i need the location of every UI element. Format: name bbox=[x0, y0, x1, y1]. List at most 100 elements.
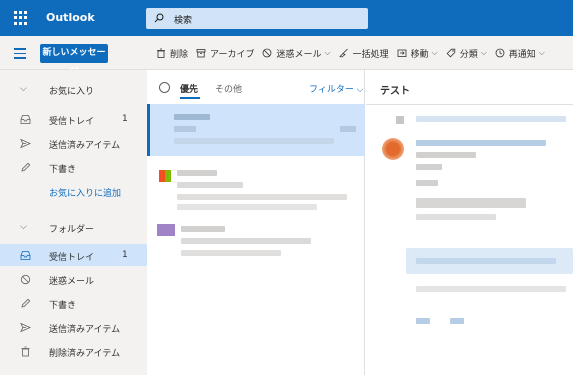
pencil-icon bbox=[21, 162, 31, 172]
sidebar-item-favorites-inbox[interactable]: 受信トレイ 1 bbox=[0, 108, 147, 130]
blurred-sender bbox=[416, 140, 546, 146]
chevron-down-icon: ⌵ bbox=[356, 85, 364, 95]
blurred-subject bbox=[181, 238, 311, 244]
chevron-down-icon: ⌵ bbox=[324, 48, 331, 57]
sidebar-item-favorites-drafts[interactable]: 下書き bbox=[0, 156, 147, 178]
sidebar-item-label: 受信トレイ bbox=[49, 253, 95, 263]
blurred-sender bbox=[174, 114, 210, 120]
folders-header-label: フォルダー bbox=[49, 225, 95, 235]
add-favorite-link[interactable]: お気に入りに追加 bbox=[0, 180, 147, 202]
list-item[interactable] bbox=[147, 216, 365, 270]
sidebar-item-drafts[interactable]: 下書き bbox=[0, 292, 147, 314]
send-icon bbox=[20, 138, 31, 149]
list-item[interactable] bbox=[147, 104, 365, 156]
delete-label: 削除 bbox=[170, 49, 189, 60]
blurred-subject bbox=[177, 182, 243, 188]
blurred-sender bbox=[181, 226, 225, 232]
snooze-label: 再通知 bbox=[508, 49, 536, 60]
add-favorite-label[interactable]: お気に入りに追加 bbox=[49, 186, 121, 199]
move-icon bbox=[397, 49, 406, 57]
sidebar-item-label: 削除済みアイテム bbox=[49, 349, 121, 359]
blurred-preview bbox=[177, 194, 347, 200]
sidebar-item-label: 下書き bbox=[49, 301, 77, 311]
block-icon bbox=[263, 48, 272, 58]
sweep-icon bbox=[338, 48, 348, 58]
chevron-down-icon: ⌵ bbox=[538, 48, 545, 57]
search-icon bbox=[154, 13, 164, 23]
blurred-subject bbox=[174, 126, 196, 132]
blurred-link bbox=[416, 318, 430, 324]
sidebar-item-sent[interactable]: 送信済みアイテム bbox=[0, 316, 147, 338]
search-input[interactable]: 検索 bbox=[174, 13, 192, 26]
inbox-icon bbox=[20, 115, 31, 124]
send-icon bbox=[20, 322, 31, 333]
move-button[interactable]: 移動 ⌵ bbox=[397, 47, 438, 60]
block-icon bbox=[20, 274, 31, 285]
sidebar-item-deleted[interactable]: 削除済みアイテム bbox=[0, 340, 147, 362]
chevron-down-icon: ⌵ bbox=[20, 84, 27, 94]
inbox-icon bbox=[20, 251, 31, 260]
toolbar-actions: 削除 アーカイブ 迷惑メール ⌵ 一括処理 移動 ⌵ 分類 ⌵ 再通知 ⌵ bbox=[156, 36, 553, 70]
categorize-button[interactable]: 分類 ⌵ bbox=[446, 47, 487, 60]
reading-pane: テスト bbox=[366, 70, 573, 375]
folder-pane: ⌵ お気に入り 受信トレイ 1 送信済みアイテム 下書き お気に入りに追加 ⌵ … bbox=[0, 70, 147, 375]
blurred-recipient bbox=[416, 152, 476, 158]
blurred-sender bbox=[177, 170, 217, 176]
blurred-time bbox=[340, 126, 356, 132]
new-message-button[interactable]: 新しいメッセージ bbox=[40, 44, 108, 77]
sidebar-item-inbox[interactable]: 受信トレイ 1 bbox=[0, 244, 147, 266]
sender-avatar bbox=[159, 170, 171, 182]
sender-avatar bbox=[382, 138, 404, 160]
sidebar-item-label: 下書き bbox=[49, 165, 77, 175]
select-all-checkbox[interactable] bbox=[159, 82, 170, 93]
archive-icon bbox=[196, 49, 206, 58]
sidebar-item-favorites-sent[interactable]: 送信済みアイテム bbox=[0, 132, 147, 154]
sidebar-item-label: 迷惑メール bbox=[49, 277, 95, 287]
list-item[interactable] bbox=[147, 160, 365, 216]
unread-count: 1 bbox=[122, 250, 128, 260]
hamburger-menu-icon[interactable] bbox=[14, 48, 26, 59]
app-launcher-icon[interactable] bbox=[14, 11, 28, 25]
clock-icon bbox=[495, 48, 505, 58]
favorites-header-label: お気に入り bbox=[49, 87, 95, 97]
tab-focused[interactable]: 優先 bbox=[180, 82, 198, 95]
active-tab-indicator bbox=[180, 97, 200, 99]
app-title[interactable]: Outlook bbox=[46, 11, 95, 24]
junk-label: 迷惑メール bbox=[276, 49, 322, 60]
search-box[interactable]: 検索 bbox=[146, 8, 368, 29]
chevron-down-icon: ⌵ bbox=[20, 222, 27, 232]
blurred-preview bbox=[174, 138, 334, 144]
sidebar-item-junk[interactable]: 迷惑メール bbox=[0, 268, 147, 290]
sweep-label: 一括処理 bbox=[352, 49, 389, 60]
tab-other[interactable]: その他 bbox=[215, 82, 242, 95]
filter-button[interactable]: フィルター ⌵ bbox=[309, 82, 364, 95]
chevron-down-icon: ⌵ bbox=[431, 48, 438, 57]
folders-header[interactable]: ⌵ フォルダー bbox=[0, 216, 147, 238]
sidebar-item-label: 送信済みアイテム bbox=[49, 325, 121, 335]
blurred-link bbox=[450, 318, 464, 324]
blurred-date bbox=[416, 164, 442, 170]
archive-button[interactable]: アーカイブ bbox=[196, 47, 254, 60]
categorize-label: 分類 bbox=[459, 49, 478, 60]
blurred-text bbox=[416, 198, 526, 208]
blurred-text bbox=[416, 214, 496, 220]
chevron-down-icon: ⌵ bbox=[480, 48, 487, 57]
pencil-icon bbox=[21, 298, 31, 308]
blurred-header bbox=[416, 116, 566, 122]
snooze-button[interactable]: 再通知 ⌵ bbox=[495, 47, 545, 60]
unread-count: 1 bbox=[122, 114, 128, 124]
favorites-header[interactable]: ⌵ お気に入り bbox=[0, 78, 147, 100]
sender-avatar bbox=[157, 224, 175, 236]
junk-button[interactable]: 迷惑メール ⌵ bbox=[262, 47, 331, 60]
tag-icon bbox=[446, 48, 455, 58]
sweep-button[interactable]: 一括処理 bbox=[338, 47, 389, 60]
message-subject: テスト bbox=[380, 86, 410, 97]
blurred-text bbox=[416, 258, 556, 264]
move-label: 移動 bbox=[410, 49, 429, 60]
delete-button[interactable]: 削除 bbox=[156, 47, 188, 60]
message-list-header: 優先 その他 フィルター ⌵ bbox=[147, 70, 365, 104]
archive-label: アーカイブ bbox=[210, 49, 255, 60]
sidebar-item-label: 送信済みアイテム bbox=[49, 141, 121, 151]
blurred-icon bbox=[396, 116, 404, 124]
blurred-text bbox=[416, 286, 566, 292]
